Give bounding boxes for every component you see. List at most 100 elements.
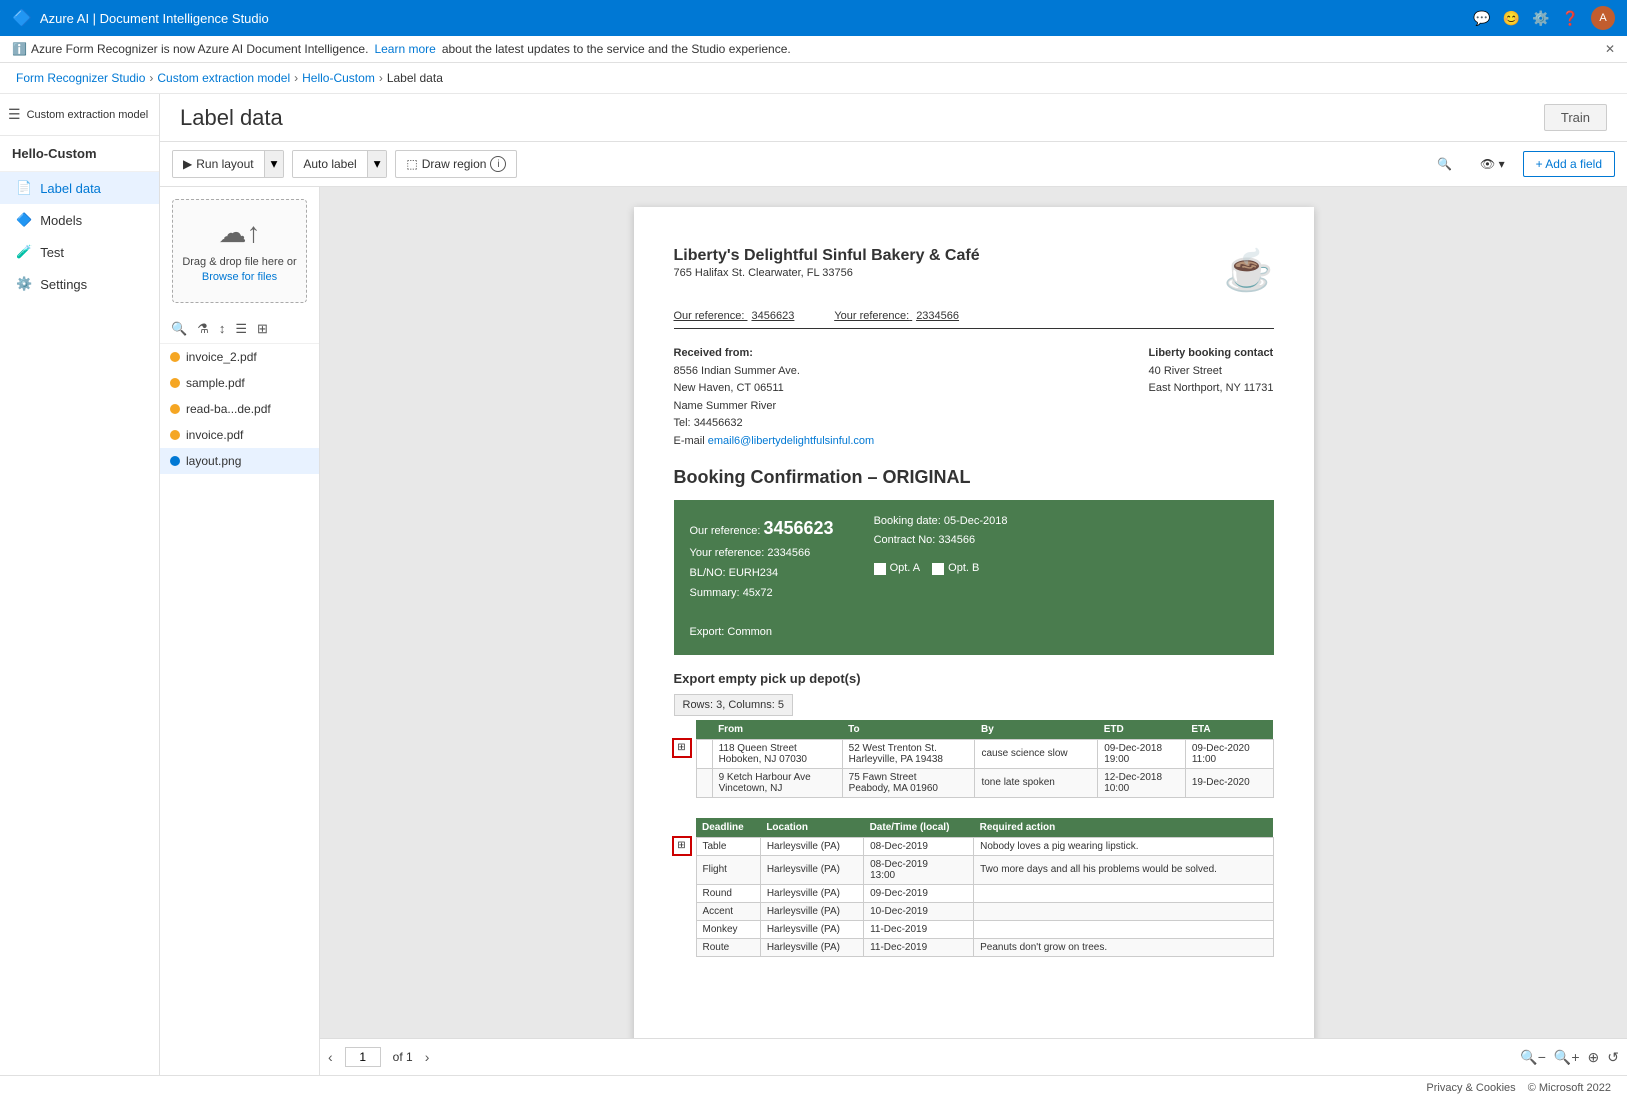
info-icon: ℹ️ xyxy=(12,42,27,56)
prev-page-button[interactable]: ‹ xyxy=(328,1049,333,1065)
breadcrumb-form-recognizer[interactable]: Form Recognizer Studio xyxy=(16,71,145,85)
our-ref-val: 3456623 xyxy=(751,310,794,322)
sidebar-item-settings[interactable]: ⚙️ Settings xyxy=(0,268,159,300)
received-label: Received from: xyxy=(674,345,875,363)
table-row: Route Harleysville (PA) 11-Dec-2019 Pean… xyxy=(696,938,1273,956)
file-toolbar: 🔍 ⚗ ↕ ☰ ⊞ xyxy=(160,315,319,344)
file-list-icon[interactable]: ☰ xyxy=(232,319,250,339)
file-status-dot xyxy=(170,404,180,414)
notif-link[interactable]: Learn more xyxy=(374,42,435,56)
add-field-button[interactable]: + Add a field xyxy=(1523,151,1615,177)
breadcrumb-hello-custom[interactable]: Hello-Custom xyxy=(302,71,375,85)
file-name-active: layout.png xyxy=(186,454,241,468)
file-item-invoice2[interactable]: invoice_2.pdf xyxy=(160,344,319,370)
main-layout: ☰ Custom extraction model Hello-Custom 📄… xyxy=(0,94,1627,1075)
page-total: of 1 xyxy=(393,1050,413,1064)
notif-suffix: about the latest updates to the service … xyxy=(442,42,791,56)
app-title: Azure AI | Document Intelligence Studio xyxy=(40,11,269,26)
draw-region-info-icon[interactable]: i xyxy=(490,156,506,172)
notification-bar: ℹ️ Azure Form Recognizer is now Azure AI… xyxy=(0,36,1627,63)
train-button[interactable]: Train xyxy=(1544,104,1607,131)
browse-link[interactable]: Browse for files xyxy=(202,271,277,283)
draw-region-button[interactable]: ⬚ Draw region i xyxy=(395,150,517,178)
file-status-dot xyxy=(170,352,180,362)
file-item-layout[interactable]: layout.png xyxy=(160,448,319,474)
notif-text: Azure Form Recognizer is now Azure AI Do… xyxy=(31,42,369,56)
zoom-out-button[interactable]: 🔍− xyxy=(1520,1049,1546,1066)
doc-content[interactable]: Liberty's Delightful Sinful Bakery & Caf… xyxy=(320,187,1627,1038)
liberty-contact-block: Liberty booking contact 40 River StreetE… xyxy=(1149,345,1274,451)
table-row: Flight Harleysville (PA) 08-Dec-201913:0… xyxy=(696,855,1273,884)
email-link[interactable]: email6@libertydelightfulsinful.com xyxy=(708,435,874,447)
doc-viewer: Liberty's Delightful Sinful Bakery & Caf… xyxy=(320,187,1627,1075)
file-grid-icon[interactable]: ⊞ xyxy=(254,319,271,339)
table-row: Accent Harleysville (PA) 10-Dec-2019 xyxy=(696,902,1273,920)
breadcrumb-custom-extraction[interactable]: Custom extraction model xyxy=(157,71,290,85)
email-row: E-mail email6@libertydelightfulsinful.co… xyxy=(674,433,875,451)
search-button[interactable]: 🔍 xyxy=(1427,152,1462,176)
sidebar-project-name: Hello-Custom xyxy=(0,136,159,172)
doc-addresses: Received from: 8556 Indian Summer Ave. N… xyxy=(674,345,1274,451)
auto-label-button[interactable]: Auto label xyxy=(293,151,366,177)
file-item-invoice[interactable]: invoice.pdf xyxy=(160,422,319,448)
booking-title: Booking Confirmation – ORIGINAL xyxy=(674,467,1274,488)
help-icon[interactable]: ❓ xyxy=(1562,10,1579,27)
file-sort-icon[interactable]: ↕ xyxy=(216,319,229,338)
sidebar-item-test-label: Test xyxy=(40,245,64,260)
run-layout-dropdown[interactable]: ▾ xyxy=(264,151,284,177)
rotate-button[interactable]: ↺ xyxy=(1607,1049,1619,1066)
file-name: invoice.pdf xyxy=(186,428,243,442)
table-tooltip: Rows: 3, Columns: 5 xyxy=(674,694,793,716)
run-layout-button[interactable]: ▶ Run layout xyxy=(173,151,264,177)
file-status-dot-active xyxy=(170,456,180,466)
green-box-inner: Our reference: 3456623 Your reference: 2… xyxy=(690,512,1258,643)
opt-b: Opt. B xyxy=(932,559,979,579)
checkbox-b xyxy=(932,563,944,575)
page-input[interactable] xyxy=(345,1047,381,1067)
run-layout-group: ▶ Run layout ▾ xyxy=(172,150,284,178)
chat-icon[interactable]: 💬 xyxy=(1473,10,1490,27)
fit-page-button[interactable]: ⊕ xyxy=(1588,1049,1600,1066)
your-ref-label: Your reference: xyxy=(834,310,909,322)
breadcrumb: Form Recognizer Studio › Custom extracti… xyxy=(0,63,1627,94)
sidebar-toggle[interactable]: ☰ xyxy=(8,106,21,123)
table1-icon-button[interactable]: ⊞ xyxy=(672,738,692,758)
privacy-link[interactable]: Privacy & Cookies xyxy=(1426,1082,1515,1094)
auto-label-dropdown[interactable]: ▾ xyxy=(367,151,387,177)
notif-close-icon[interactable]: ✕ xyxy=(1605,42,1615,56)
file-search-icon[interactable]: 🔍 xyxy=(168,319,190,339)
next-page-button[interactable]: › xyxy=(425,1049,430,1065)
table1: From To By ETD ETA xyxy=(696,720,1274,798)
green-box-left: Our reference: 3456623 Your reference: 2… xyxy=(690,512,834,643)
upload-zone[interactable]: ☁↑ Drag & drop file here or Browse for f… xyxy=(172,199,307,303)
toolbar-right: 🔍 👁 ▾ + Add a field xyxy=(1427,151,1615,177)
contact-addr: 40 River StreetEast Northport, NY 11731 xyxy=(1149,363,1274,398)
view-options-button[interactable]: 👁 ▾ xyxy=(1470,152,1515,176)
file-item-readba[interactable]: read-ba...de.pdf xyxy=(160,396,319,422)
sidebar-item-models[interactable]: 🔷 Models xyxy=(0,204,159,236)
table2-icon-button[interactable]: ⊞ xyxy=(672,836,692,856)
settings-icon[interactable]: ⚙️ xyxy=(1532,10,1549,27)
emoji-icon[interactable]: 😊 xyxy=(1503,10,1520,27)
file-item-sample[interactable]: sample.pdf xyxy=(160,370,319,396)
received-from-block: Received from: 8556 Indian Summer Ave. N… xyxy=(674,345,875,451)
label-data-icon: 📄 xyxy=(16,180,32,196)
zoom-in-button[interactable]: 🔍+ xyxy=(1554,1049,1580,1066)
test-icon: 🧪 xyxy=(16,244,32,260)
page-title: Label data xyxy=(180,105,1544,131)
checkboxes-row: Opt. A Opt. B xyxy=(874,559,1008,579)
file-filter-icon[interactable]: ⚗ xyxy=(194,319,212,339)
opt-a: Opt. A xyxy=(874,559,921,579)
auto-label-group: Auto label ▾ xyxy=(292,150,387,178)
sidebar-item-label-data[interactable]: 📄 Label data xyxy=(0,172,159,204)
checkbox-a xyxy=(874,563,886,575)
top-bar-icons: 💬 😊 ⚙️ ❓ A xyxy=(1473,6,1615,30)
file-list: invoice_2.pdf sample.pdf read-ba...de.pd… xyxy=(160,344,319,1075)
sidebar-item-test[interactable]: 🧪 Test xyxy=(0,236,159,268)
user-avatar[interactable]: A xyxy=(1591,6,1615,30)
run-layout-icon: ▶ xyxy=(183,157,192,171)
your-ref: Your reference: 2334566 xyxy=(834,310,959,322)
doc-company-info: Liberty's Delightful Sinful Bakery & Caf… xyxy=(674,247,980,282)
tel-row: Tel: 34456632 xyxy=(674,415,875,433)
sidebar-item-label-data-label: Label data xyxy=(40,181,101,196)
